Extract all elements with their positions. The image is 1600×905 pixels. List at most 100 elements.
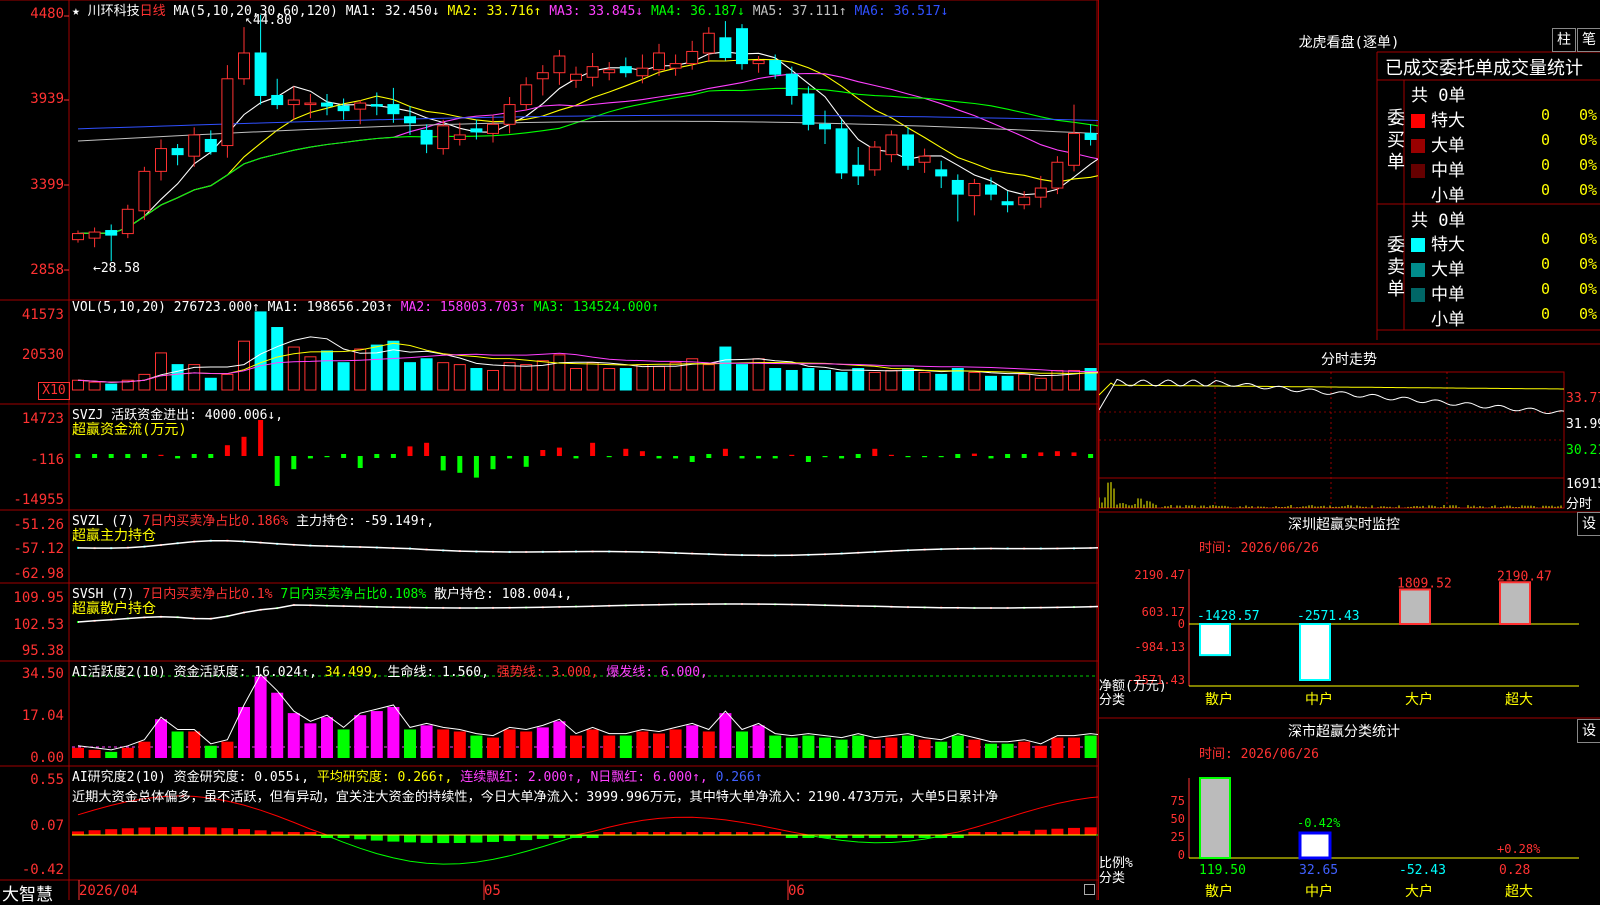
ai2-bar [89,830,101,835]
volume-bar [139,374,150,390]
sz-class-category: 散户 [1205,883,1233,900]
ai2-value-5: 0.266↑ [716,770,763,785]
svzj-bar [358,456,363,468]
volume-bar [637,365,648,390]
sz-class-value-label: 119.50 [1199,863,1246,878]
volume-bar [820,370,831,390]
candle-body [288,100,299,105]
sz-class-y-label: 75 [1171,794,1185,808]
sell-total: 共 0单 [1411,206,1465,231]
svzl-value: 主力持仓: -59.149↑, [296,514,434,529]
sz-monitor-settings-button[interactable]: 设 [1577,512,1600,536]
order-percent: 0% [1579,156,1597,174]
ai2-bar [255,830,267,835]
ai2-bar [205,827,217,835]
candle-body [255,53,266,95]
candle-body [820,124,831,129]
sz-class-bar [1300,833,1330,858]
ai-value-3: 生命线: 1.560, [387,665,496,680]
volume-bar [421,359,432,390]
vol-ma-values: MA1: 198656.203↑ MA2: 158003.703↑ MA3: 1… [268,300,659,315]
ai-bar [172,731,184,758]
svzj-y-label: -116 [0,452,64,468]
candle-body [355,103,366,109]
candle-body [1052,162,1063,188]
period-label[interactable]: 日线 [140,4,166,19]
sz-monitor-bar [1400,590,1430,624]
ai2-green-line [78,835,1098,864]
sz-class-bar [1200,778,1230,858]
ai2-bar [487,835,499,842]
ai2-y-label: 0.55 [0,772,64,788]
volume-bar [703,365,714,390]
sz-class-axis-label: 比例% 分类 [1099,856,1133,886]
ai-bar [454,731,466,758]
tick-view-button[interactable]: 笔 [1577,28,1600,52]
vol-title: VOL(5,10,20) [72,300,166,315]
vol-value: 276723.000↑ [174,300,260,315]
candle-body [272,95,283,104]
ai2-bar [155,827,167,835]
sz-monitor-value-label: -2571.43 [1297,609,1360,624]
ai-bar [968,740,980,758]
stock-name[interactable]: 川环科技 [88,4,140,19]
svzj-bar [374,454,379,458]
ai2-value-2: 平均研究度: 0.266↑, [317,770,460,785]
ai2-bar [138,828,150,835]
vol-unit-badge[interactable]: X10 [38,382,70,400]
candle-body [836,129,847,173]
order-row: 中单 0 0% [1411,156,1600,181]
candle-body [421,130,432,144]
candle-body [604,70,615,73]
candle-body [1035,188,1046,197]
ai-bar [221,742,233,758]
lock-icon[interactable] [1084,884,1095,895]
ai-bar [670,729,682,758]
left-chart-area[interactable]: ★ 川环科技日线 MA(5,10,20,30,60,120) MA1: 32.4… [0,0,1098,900]
candle-body [471,129,482,132]
candle-body [687,51,698,63]
ai-bar [138,742,150,758]
ai-bar [935,742,947,758]
sz-class-y-label: 25 [1171,830,1185,844]
ai-bar [603,736,615,758]
ai2-comment: 近期大资金总体偏多，虽不活跃，但有异动，宜关注大资金的持续性，今日大单净流入：3… [72,786,1096,805]
ai2-bar [421,835,433,843]
svzl-red-text: 7日内买卖净占比0.186% [142,514,288,529]
ai-bar [122,748,134,758]
svzj-bar [175,456,180,458]
ai-title: AI活跃度2(10) [72,665,166,680]
ai-value-4: 强势线: 3.000, [497,665,606,680]
ai-bar [188,731,200,758]
svzj-bar [391,454,396,458]
volume-bar [1035,378,1046,390]
order-count: 0 [1541,156,1550,174]
ai-bar [1018,742,1030,758]
ai2-bar [437,835,449,843]
favorite-star-icon[interactable]: ★ [72,4,80,19]
order-type-label: 特大 [1431,111,1465,131]
candle-body [936,170,947,176]
order-type-label: 中单 [1431,161,1465,181]
svzj-bar [92,454,97,458]
sz-class-settings-button[interactable]: 设 [1577,719,1600,743]
color-legend-swatch [1411,313,1425,327]
bar-view-button[interactable]: 柱 [1552,28,1576,52]
candle-body [869,147,880,170]
svzj-bar [756,456,761,458]
chart-canvas[interactable] [0,0,1098,900]
ai-y-label: 17.04 [0,708,64,724]
svzj-bar [258,420,263,456]
svzj-bar [872,449,877,456]
ai-bar [769,736,781,758]
svzj-bar [740,456,745,458]
buy-side-label: 委买单 [1387,108,1407,174]
candle-body [305,103,316,105]
volume-bar [106,384,117,390]
volume-bar [587,363,598,390]
order-count: 0 [1541,181,1550,199]
ai-y-label: 0.00 [0,750,64,766]
candle-body [737,29,748,64]
svzj-bar [308,456,313,458]
sz-class-pct-label: -0.42% [1297,816,1341,830]
